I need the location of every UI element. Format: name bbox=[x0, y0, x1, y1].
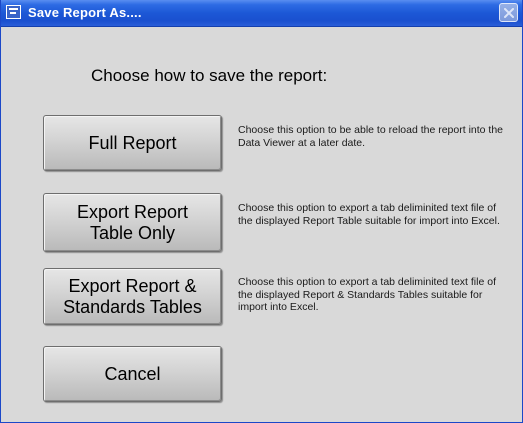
title-bar[interactable]: Save Report As.... bbox=[1, 0, 522, 27]
cancel-button[interactable]: Cancel bbox=[43, 346, 222, 402]
save-report-dialog: Save Report As.... Choose how to save th… bbox=[0, 0, 523, 423]
app-window-icon bbox=[6, 5, 21, 19]
full-report-description: Choose this option to be able to reload … bbox=[238, 124, 504, 149]
export-report-standards-description: Choose this option to export a tab delim… bbox=[238, 276, 496, 313]
close-button[interactable] bbox=[499, 3, 518, 22]
cancel-button-label: Cancel bbox=[104, 363, 161, 384]
full-report-button-label: Full Report bbox=[88, 132, 177, 153]
export-report-table-button-label: Export Report Table Only bbox=[76, 201, 189, 243]
export-report-standards-button-label: Export Report & Standards Tables bbox=[63, 275, 202, 317]
export-report-standards-button[interactable]: Export Report & Standards Tables bbox=[43, 268, 222, 325]
window-title: Save Report As.... bbox=[28, 5, 142, 20]
export-report-table-button[interactable]: Export Report Table Only bbox=[43, 193, 222, 252]
close-icon bbox=[504, 8, 514, 18]
export-report-table-description: Choose this option to export a tab delim… bbox=[238, 202, 500, 227]
dialog-heading: Choose how to save the report: bbox=[91, 66, 328, 85]
full-report-button[interactable]: Full Report bbox=[43, 115, 222, 171]
